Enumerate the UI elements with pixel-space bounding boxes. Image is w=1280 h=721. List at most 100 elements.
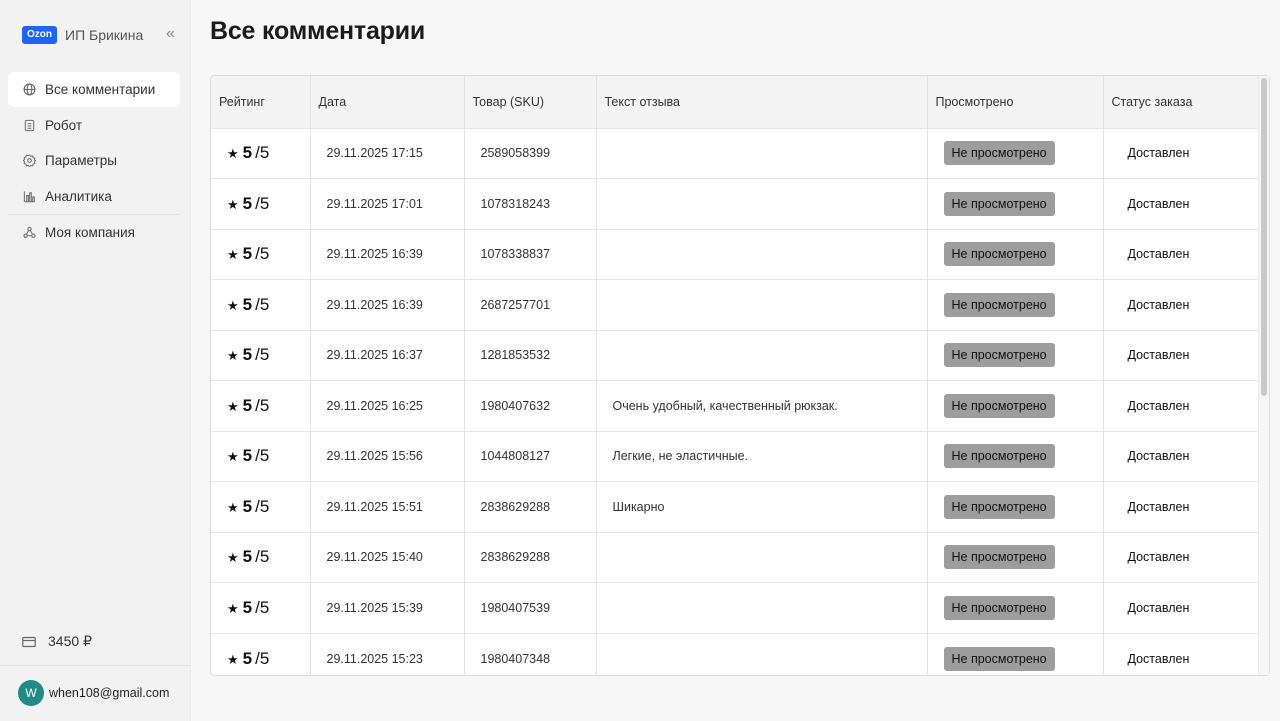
rating-cell: ★ 5/5 [211,481,311,532]
review-text-cell [596,632,928,675]
ozon-badge: Ozon [22,26,57,44]
rating-value: 5 [242,395,253,415]
date-cell: 29.11.2025 17:01 [310,178,465,229]
rating-value: 5 [242,244,253,264]
table-row[interactable]: ★ 5/5 29.11.2025 15:23 1980407348 Не просмот… [211,632,1259,675]
sku-cell: 1980407348 [464,632,597,675]
viewed-status-badge[interactable]: Не просмотрено [943,646,1055,671]
order-status-cell: Доставлен [1103,481,1259,532]
wallet-icon [22,635,36,649]
rating-max: /5 [255,395,270,415]
table-row[interactable]: ★ 5/5 29.11.2025 15:39 1980407539 Не просмот… [211,582,1259,633]
viewed-status-badge[interactable]: Не просмотрено [943,343,1055,368]
rating-max: /5 [255,446,270,466]
sidebar-item-label: Моя компания [45,225,135,240]
sidebar-item-all-comments[interactable]: Все комментарии [8,72,180,107]
column-header-review-text[interactable]: Текст отзыва [596,76,928,128]
rating-max: /5 [255,648,270,668]
viewed-status-badge[interactable]: Не просмотрено [943,393,1055,418]
viewed-cell: Не просмотрено [927,178,1104,229]
table-scrollbar[interactable] [1258,76,1269,675]
viewed-cell: Не просмотрено [927,430,1104,482]
rating-cell: ★ 5/5 [211,380,311,431]
scrollbar-thumb[interactable] [1261,78,1267,396]
viewed-status-badge[interactable]: Не просмотрено [943,242,1055,267]
date-cell: 29.11.2025 17:15 [310,127,465,179]
rating-value: 5 [242,193,253,213]
date-cell: 29.11.2025 15:51 [310,481,465,532]
sku-cell: 1044808127 [464,430,597,482]
rating-max: /5 [255,547,270,567]
date-cell: 29.11.2025 15:56 [310,430,465,482]
star-icon: ★ [227,550,239,566]
table-row[interactable]: ★ 5/5 29.11.2025 17:15 2589058399 Не просмот… [211,127,1259,179]
star-icon: ★ [227,499,239,515]
rating-value: 5 [242,496,253,516]
sku-cell: 2838629288 [464,531,597,583]
table-row[interactable]: ★ 5/5 29.11.2025 16:39 1078338837 Не просмот… [211,228,1259,280]
rating-max: /5 [255,294,270,314]
review-text-cell [596,127,928,179]
balance-amount: 3450 ₽ [48,633,92,649]
user-divider [0,665,191,666]
table-row[interactable]: ★ 5/5 29.11.2025 16:25 1980407632 Очень удоб… [211,380,1259,431]
table-header-row: Рейтинг Дата Товар (SKU) Текст отзыва Пр… [211,76,1259,128]
sku-cell: 1078318243 [464,178,597,229]
order-status-cell: Доставлен [1103,279,1259,330]
viewed-status-badge[interactable]: Не просмотрено [943,191,1055,216]
rating-value: 5 [242,446,253,466]
sidebar-item-settings[interactable]: Параметры [8,143,180,178]
date-cell: 29.11.2025 16:37 [310,329,465,381]
viewed-status-badge[interactable]: Не просмотрено [943,595,1055,620]
rating-max: /5 [255,244,270,264]
date-cell: 29.11.2025 15:39 [310,582,465,633]
viewed-status-badge[interactable]: Не просмотрено [943,292,1055,317]
rating-value: 5 [242,294,253,314]
review-text-cell [596,228,928,280]
column-header-viewed[interactable]: Просмотрено [927,76,1104,128]
table-row[interactable]: ★ 5/5 29.11.2025 17:01 1078318243 Не просмот… [211,178,1259,229]
table-row[interactable]: ★ 5/5 29.11.2025 15:51 2838629288 Шикарно Не … [211,481,1259,532]
sidebar-item-label: Аналитика [45,188,112,204]
sku-cell: 1078338837 [464,228,597,280]
sidebar-item-robot[interactable]: Робот [8,108,180,143]
review-text-cell [596,329,928,381]
table-row[interactable]: ★ 5/5 29.11.2025 16:39 2687257701 Не просмот… [211,279,1259,330]
rating-cell: ★ 5/5 [211,531,311,583]
rating-cell: ★ 5/5 [211,430,311,482]
sidebar-item-my-company[interactable]: Моя компания [8,215,180,250]
comments-table: Рейтинг Дата Товар (SKU) Текст отзыва Пр… [211,76,1259,675]
sku-cell: 1980407632 [464,380,597,431]
order-status-cell: Доставлен [1103,178,1259,229]
company-icon [22,226,36,240]
column-header-rating[interactable]: Рейтинг [211,76,311,128]
review-text-cell: Легкие, не эластичные. [596,430,928,482]
date-cell: 29.11.2025 15:23 [310,632,465,675]
rating-value: 5 [242,648,253,668]
viewed-status-badge[interactable]: Не просмотрено [943,141,1055,166]
viewed-status-badge[interactable]: Не просмотрено [943,444,1055,469]
sidebar-item-label: Все комментарии [45,82,156,97]
sku-cell: 2589058399 [464,127,597,179]
order-status-cell: Доставлен [1103,380,1259,431]
collapse-sidebar-icon[interactable]: « [166,26,182,42]
sidebar-item-analytics[interactable]: Аналитика [8,179,180,214]
column-header-order-status[interactable]: Статус заказа [1103,76,1259,128]
review-text-cell [596,531,928,583]
star-icon: ★ [227,196,239,212]
table-row[interactable]: ★ 5/5 29.11.2025 15:40 2838629288 Не просмот… [211,531,1259,583]
table-row[interactable]: ★ 5/5 29.11.2025 15:56 1044808127 Легкие, не… [211,430,1259,482]
order-status-cell: Доставлен [1103,127,1259,179]
viewed-status-badge[interactable]: Не просмотрено [943,494,1055,519]
column-header-sku[interactable]: Товар (SKU) [464,76,597,128]
review-text-cell [596,178,928,229]
viewed-cell: Не просмотрено [927,531,1104,583]
table-row[interactable]: ★ 5/5 29.11.2025 16:37 1281853532 Не просмот… [211,329,1259,381]
user-account[interactable]: W when108@gmail.com [18,680,169,706]
sidebar-nav: Все комментарии Робот Параметры Аналитик… [8,72,180,251]
viewed-status-badge[interactable]: Не просмотрено [943,545,1055,570]
user-email: when108@gmail.com [49,686,170,700]
rating-cell: ★ 5/5 [211,582,311,633]
comments-table-container: Рейтинг Дата Товар (SKU) Текст отзыва Пр… [210,75,1270,676]
column-header-date[interactable]: Дата [310,76,465,128]
